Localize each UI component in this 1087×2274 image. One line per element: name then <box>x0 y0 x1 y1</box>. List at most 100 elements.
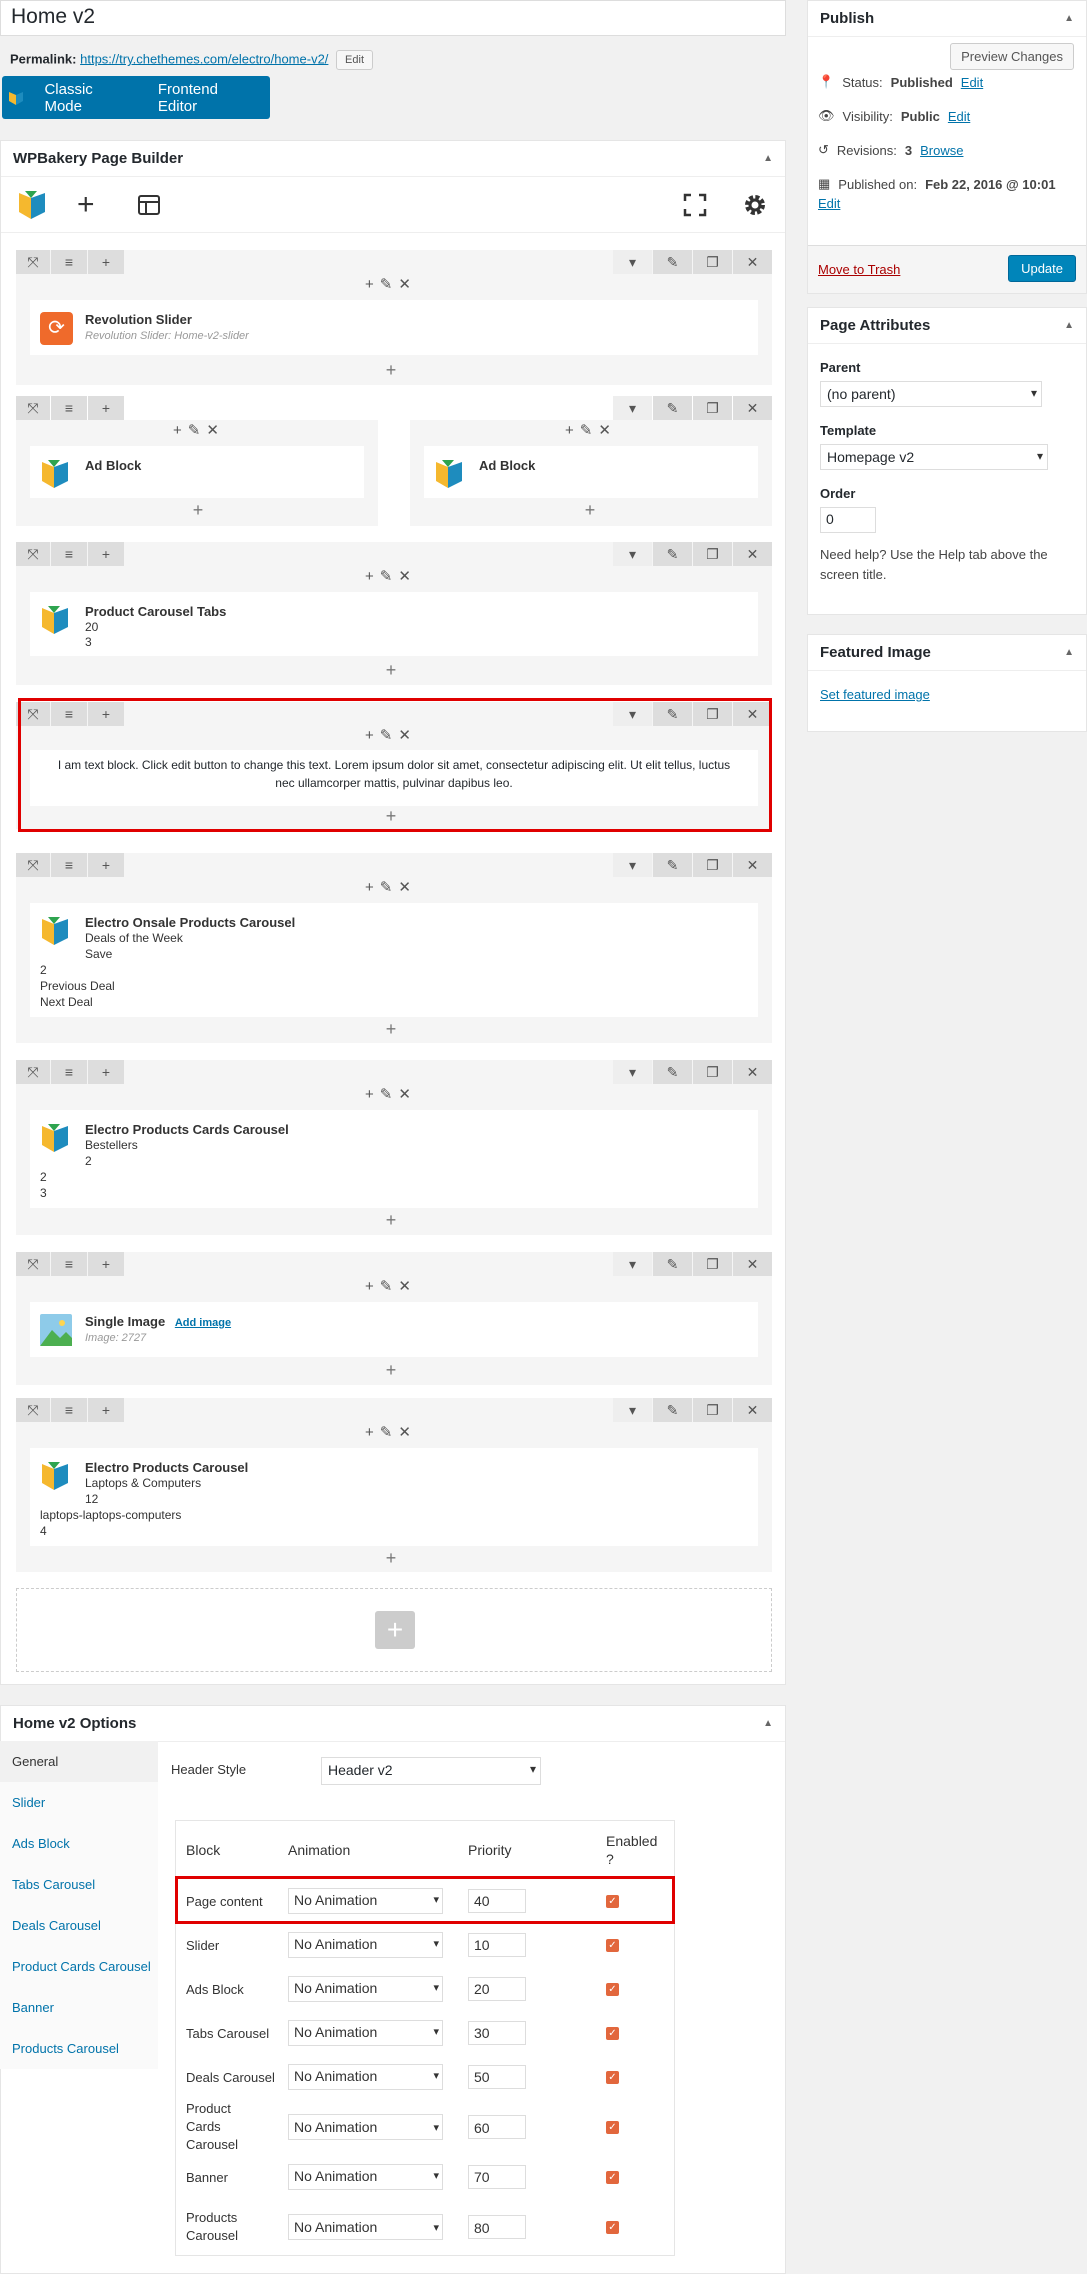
settings-gear-icon[interactable] <box>743 193 767 220</box>
enabled-checkbox[interactable]: ✓ <box>606 2026 619 2040</box>
drag-handle-icon[interactable]: ≡ <box>51 250 87 274</box>
builder-row[interactable]: ⤧ ≡ + ▾ ✎ ❐ ✕ +✎✕ Electro Onsale Products Car… <box>16 853 772 1043</box>
tab-deals-carousel[interactable]: Deals Carousel <box>0 1905 158 1946</box>
drag-handle-icon[interactable]: ≡ <box>51 542 87 566</box>
collapse-icon[interactable]: ▲ <box>763 153 773 164</box>
add-element-icon[interactable]: + <box>381 360 401 381</box>
delete-x-icon[interactable]: ✕ <box>733 853 772 877</box>
element-revolution-slider[interactable]: ⟳ Revolution Slider Revolution Slider: H… <box>30 300 758 355</box>
enabled-checkbox[interactable]: ✓ <box>606 1938 619 1952</box>
animation-select[interactable]: No Animation <box>288 2164 443 2190</box>
builder-row[interactable]: ⤧ ≡ + ▾ ✎ ❐ ✕ +✎✕ Electro Products Carousel L… <box>16 1398 772 1572</box>
clone-icon[interactable]: ❐ <box>693 250 732 274</box>
column-controls[interactable]: +✎✕ <box>356 1085 426 1103</box>
collapse-icon[interactable]: ▲ <box>1064 647 1074 658</box>
row-dropdown-icon[interactable]: ▾ <box>613 250 652 274</box>
publish-header[interactable]: Publish ▲ <box>808 1 1086 37</box>
priority-input[interactable]: 60 <box>468 2115 526 2139</box>
delete-x-icon[interactable]: ✕ <box>733 1252 772 1276</box>
column-controls[interactable]: +✎✕ <box>356 567 426 585</box>
clone-icon[interactable]: ❐ <box>693 542 732 566</box>
row-dropdown-icon[interactable]: ▾ <box>613 853 652 877</box>
frontend-editor-button[interactable]: Frontend Editor <box>144 81 270 115</box>
collapse-icon[interactable]: ▲ <box>1064 320 1074 331</box>
drag-handle-icon[interactable]: ≡ <box>51 1398 87 1422</box>
template-select[interactable]: Homepage v2 <box>820 444 1048 470</box>
row-layout-icon[interactable]: ⤧ <box>16 396 50 420</box>
animation-select[interactable]: No Animation <box>288 1976 443 2002</box>
edit-pencil-icon[interactable]: ✎ <box>653 1398 692 1422</box>
priority-input[interactable]: 20 <box>468 1977 526 2001</box>
published-edit-link[interactable]: Edit <box>818 196 840 211</box>
status-edit-link[interactable]: Edit <box>961 75 983 90</box>
builder-row[interactable]: ⤧ ≡ + ▾ ✎ ❐ ✕ +✎✕ Product Carousel Tabs 20 3 … <box>16 542 772 685</box>
add-column-icon[interactable]: + <box>88 1398 124 1422</box>
edit-pencil-icon[interactable]: ✎ <box>653 1252 692 1276</box>
priority-input[interactable]: 80 <box>468 2215 526 2239</box>
animation-select[interactable]: No Animation <box>288 2114 443 2140</box>
drag-handle-icon[interactable]: ≡ <box>51 853 87 877</box>
add-column-icon[interactable]: + <box>88 396 124 420</box>
add-element-icon[interactable]: + <box>381 1360 401 1381</box>
delete-x-icon[interactable]: ✕ <box>733 396 772 420</box>
element-ad-block[interactable]: Ad Block <box>424 446 758 498</box>
edit-pencil-icon[interactable]: ✎ <box>653 250 692 274</box>
wpbakery-header[interactable]: WPBakery Page Builder ▲ <box>1 141 785 177</box>
builder-row[interactable]: ⤧ ≡ + ▾ ✎ ❐ ✕ +✎✕ Single Image Add image Imag… <box>16 1252 772 1385</box>
builder-row[interactable]: ⤧ ≡ + ▾ ✎ ❐ ✕ +✎✕ +✎✕ Ad Block Ad Block + + <box>16 396 772 526</box>
add-element-icon[interactable]: + <box>580 500 600 521</box>
row-layout-icon[interactable]: ⤧ <box>16 1252 50 1276</box>
column-controls[interactable]: +✎✕ <box>356 878 426 896</box>
enabled-checkbox[interactable]: ✓ <box>606 2120 619 2134</box>
options-header[interactable]: Home v2 Options ▲ <box>1 1706 785 1742</box>
tab-ads-block[interactable]: Ads Block <box>0 1823 158 1864</box>
element-products-carousel[interactable]: Electro Products Carousel Laptops & Comp… <box>30 1448 758 1546</box>
post-title-input[interactable]: Home v2 <box>0 0 786 36</box>
add-row-plus-icon[interactable]: + <box>375 1611 415 1649</box>
preview-changes-button[interactable]: Preview Changes <box>950 43 1074 70</box>
add-element-icon[interactable]: + <box>381 1210 401 1231</box>
row-layout-icon[interactable]: ⤧ <box>16 250 50 274</box>
delete-x-icon[interactable]: ✕ <box>733 1060 772 1084</box>
element-single-image[interactable]: Single Image Add image Image: 2727 <box>30 1302 758 1357</box>
attributes-header[interactable]: Page Attributes ▲ <box>808 308 1086 344</box>
row-dropdown-icon[interactable]: ▾ <box>613 542 652 566</box>
column-controls[interactable]: +✎✕ <box>356 1423 426 1441</box>
column-controls[interactable]: +✎✕ <box>164 421 234 439</box>
drag-handle-icon[interactable]: ≡ <box>51 1252 87 1276</box>
clone-icon[interactable]: ❐ <box>693 1398 732 1422</box>
tab-slider[interactable]: Slider <box>0 1782 158 1823</box>
animation-select[interactable]: No Animation <box>288 1932 443 1958</box>
row-dropdown-icon[interactable]: ▾ <box>613 1252 652 1276</box>
featured-header[interactable]: Featured Image ▲ <box>808 635 1086 671</box>
move-to-trash-link[interactable]: Move to Trash <box>818 262 900 277</box>
permalink-edit-button[interactable]: Edit <box>336 50 374 70</box>
tab-tabs-carousel[interactable]: Tabs Carousel <box>0 1864 158 1905</box>
column-controls[interactable]: +✎✕ <box>356 275 426 293</box>
add-column-icon[interactable]: + <box>88 542 124 566</box>
delete-x-icon[interactable]: ✕ <box>733 1398 772 1422</box>
column-controls[interactable]: +✎✕ <box>356 1277 426 1295</box>
row-layout-icon[interactable]: ⤧ <box>16 1398 50 1422</box>
update-button[interactable]: Update <box>1008 255 1076 282</box>
enabled-checkbox[interactable]: ✓ <box>606 2070 619 2084</box>
header-style-select[interactable]: Header v2 <box>321 1757 541 1785</box>
edit-pencil-icon[interactable]: ✎ <box>653 1060 692 1084</box>
add-column-icon[interactable]: + <box>88 853 124 877</box>
add-column-icon[interactable]: + <box>88 1252 124 1276</box>
add-image-link[interactable]: Add image <box>175 1317 231 1329</box>
priority-input[interactable]: 10 <box>468 1933 526 1957</box>
add-column-icon[interactable]: + <box>88 250 124 274</box>
row-layout-icon[interactable]: ⤧ <box>16 542 50 566</box>
tab-banner[interactable]: Banner <box>0 1987 158 2028</box>
classic-mode-button[interactable]: Classic Mode <box>30 81 143 115</box>
enabled-checkbox[interactable]: ✓ <box>606 2170 619 2184</box>
revisions-browse-link[interactable]: Browse <box>920 143 963 158</box>
enabled-checkbox[interactable]: ✓ <box>606 2220 619 2234</box>
clone-icon[interactable]: ❐ <box>693 1252 732 1276</box>
tab-product-cards-carousel[interactable]: Product Cards Carousel <box>0 1946 158 1987</box>
add-row-area[interactable]: + <box>16 1588 772 1672</box>
element-onsale-carousel[interactable]: Electro Onsale Products Carousel Deals o… <box>30 903 758 1017</box>
add-element-icon[interactable]: + <box>381 1019 401 1040</box>
fullscreen-icon[interactable] <box>683 193 707 220</box>
